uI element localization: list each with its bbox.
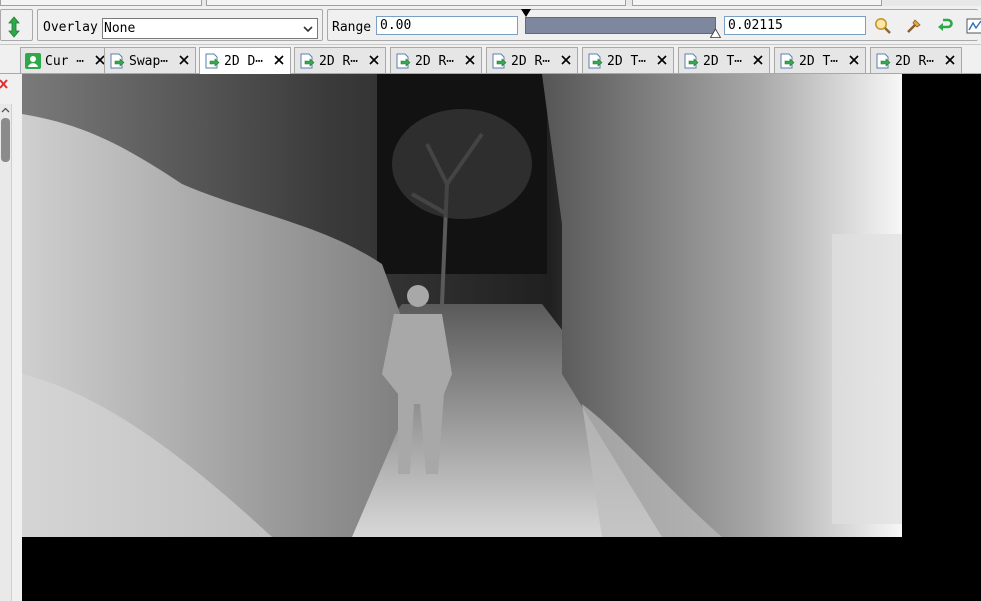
- tab-label: 2D T⋯: [799, 54, 839, 69]
- depth-texture-image[interactable]: [22, 74, 902, 537]
- tab-label: 2D D⋯: [224, 54, 264, 69]
- texture-arrow-icon: [684, 53, 699, 69]
- overlay-select[interactable]: None: [102, 18, 318, 39]
- texture-arrow-icon: [588, 53, 603, 69]
- range-min-input[interactable]: 0.00: [376, 16, 518, 35]
- left-panel-scrollbar[interactable]: [0, 104, 12, 601]
- tab-7[interactable]: 2D T⋯: [582, 47, 674, 73]
- range-slider-track: [525, 17, 716, 34]
- tab-close-icon[interactable]: [464, 54, 476, 66]
- tab-3[interactable]: 2D D⋯: [199, 47, 291, 74]
- tab-8[interactable]: 2D T⋯: [678, 47, 770, 73]
- tab-close-icon[interactable]: [656, 54, 668, 66]
- texture-arrow-icon: [396, 53, 411, 69]
- range-label: Range: [332, 20, 372, 35]
- overlay-label: Overlay: [43, 20, 98, 35]
- tab-close-icon[interactable]: [178, 54, 190, 66]
- toggle-group: [0, 9, 33, 41]
- undo-range-icon[interactable]: [936, 17, 954, 35]
- tab-label: Swap⋯: [129, 54, 169, 69]
- scroll-up-icon[interactable]: [1, 106, 10, 115]
- texture-arrow-icon: [876, 53, 891, 69]
- tab-label: 2D R⋯: [319, 54, 359, 69]
- tab-label: 2D R⋯: [895, 54, 935, 69]
- tab-2[interactable]: Swap⋯: [104, 47, 196, 73]
- red-close-icon[interactable]: [0, 78, 8, 90]
- zoom-tool-icon[interactable]: [874, 17, 892, 35]
- tab-label: 2D T⋯: [607, 54, 647, 69]
- tab-label: 2D R⋯: [511, 54, 551, 69]
- range-slider[interactable]: [521, 9, 721, 38]
- tab-label: 2D T⋯: [703, 54, 743, 69]
- tab-5[interactable]: 2D R⋯: [390, 47, 482, 73]
- tab-1[interactable]: Cur ⋯: [20, 47, 112, 73]
- texture-arrow-icon: [205, 53, 220, 69]
- texture-arrow-icon: [110, 53, 125, 69]
- expand-collapse-icon[interactable]: [5, 16, 23, 38]
- tab-close-icon[interactable]: [560, 54, 572, 66]
- tab-label: 2D R⋯: [415, 54, 455, 69]
- tab-close-icon[interactable]: [752, 54, 764, 66]
- picker-tool-icon[interactable]: [905, 17, 923, 35]
- range-max-input[interactable]: 0.02115: [724, 16, 866, 35]
- tab-close-icon[interactable]: [944, 54, 956, 66]
- range-min-handle-icon[interactable]: [521, 9, 531, 18]
- overlay-group: Overlay None: [37, 9, 323, 41]
- texture-arrow-icon: [492, 53, 507, 69]
- tab-close-icon[interactable]: [848, 54, 860, 66]
- texture-arrow-icon: [780, 53, 795, 69]
- tab-bar: Cur ⋯ Swap⋯ 2D D⋯ 2D R⋯ 2D R⋯ 2D R⋯ 2D T⋯ 2D T⋯…: [0, 45, 981, 112]
- texture-viewer-canvas[interactable]: [22, 74, 981, 601]
- texture-arrow-icon: [300, 53, 315, 69]
- tab-9[interactable]: 2D T⋯: [774, 47, 866, 73]
- tab-6[interactable]: 2D R⋯: [486, 47, 578, 73]
- chevron-down-icon: [303, 26, 313, 33]
- tab-label: Cur ⋯: [45, 54, 85, 69]
- scrollbar-thumb[interactable]: [1, 118, 10, 162]
- tab-10[interactable]: 2D R⋯: [870, 47, 962, 73]
- person-icon: [25, 53, 41, 69]
- texture-viewer-toolbar: Overlay None Range 0.00 0.02115: [0, 6, 981, 45]
- tab-4[interactable]: 2D R⋯: [294, 47, 386, 73]
- range-max-handle-icon[interactable]: [710, 29, 721, 38]
- histogram-icon[interactable]: [966, 17, 981, 35]
- overlay-selected-value: None: [104, 21, 136, 36]
- tab-close-icon[interactable]: [368, 54, 380, 66]
- tab-close-icon[interactable]: [273, 54, 285, 66]
